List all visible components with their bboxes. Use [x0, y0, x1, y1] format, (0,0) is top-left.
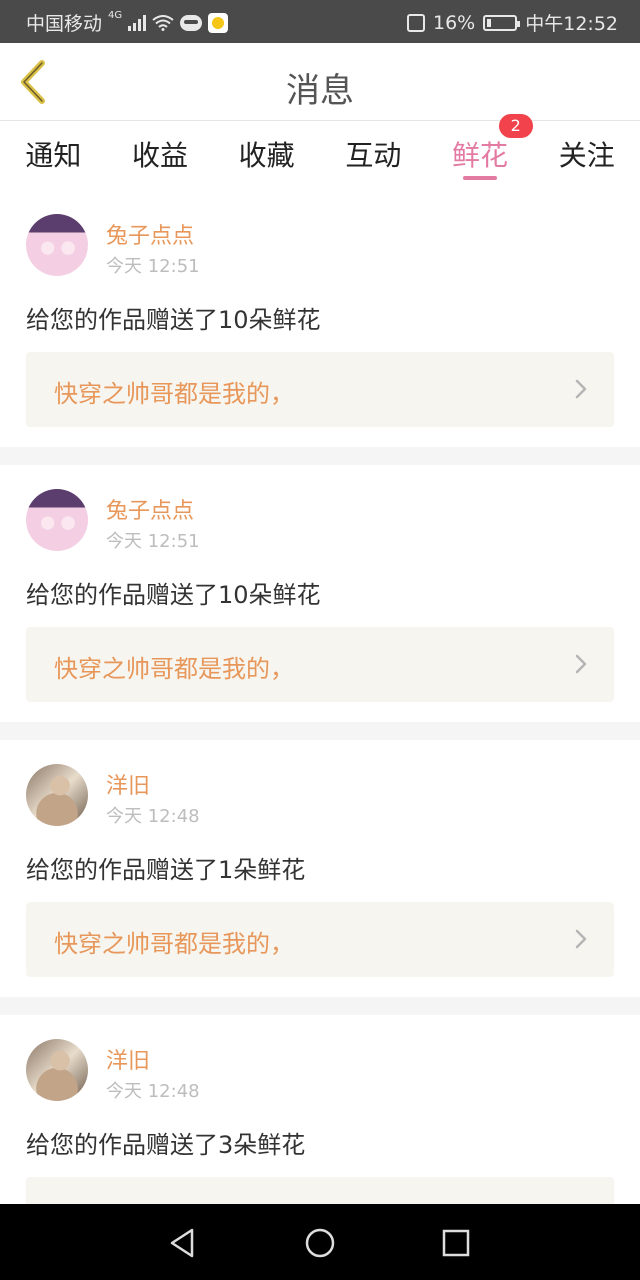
nav-home-icon[interactable]	[303, 1226, 337, 1260]
battery-fill	[487, 18, 492, 27]
tab-label: 关注	[558, 139, 615, 172]
tab-0[interactable]: 通知	[0, 122, 107, 186]
message-card: 兔子点点今天 12:51 给您的作品赠送了10朵鲜花 快穿之帅哥都是我的，	[0, 190, 640, 447]
message-bubble-icon	[180, 14, 203, 31]
chevron-right-icon	[575, 929, 587, 949]
message-list: 兔子点点 今天 12:51 给您的作品赠送了10朵鲜花 快穿之帅哥都是我的， 兔子点点今…	[0, 190, 640, 1204]
chevron-right-icon	[575, 379, 587, 399]
username[interactable]: 兔子点点	[106, 218, 194, 250]
work-title: 快穿之帅哥都是我的，	[54, 930, 294, 958]
tab-3[interactable]: 互动	[320, 122, 427, 186]
status-bar: 中国移动 4G 16% 中午12:52	[0, 0, 640, 43]
work-link[interactable]: 快穿之帅哥都是我的，	[26, 352, 614, 427]
work-title: 快穿之帅哥都是我的，	[54, 655, 294, 683]
work-title: 快穿之帅哥都是我的，	[54, 380, 294, 408]
message-text: 给您的作品赠送了1朵鲜花	[26, 856, 306, 884]
network-type: 4G	[108, 10, 123, 21]
tab-1[interactable]: 收益	[107, 122, 214, 186]
avatar[interactable]	[26, 489, 88, 551]
timestamp: 今天 12:48	[106, 806, 200, 827]
avatar[interactable]	[26, 214, 88, 276]
carrier-label: 中国移动	[26, 13, 103, 35]
username[interactable]: 兔子点点	[106, 493, 194, 525]
battery-icon	[483, 14, 521, 31]
vibrate-icon	[407, 13, 425, 32]
timestamp: 今天 12:48	[106, 1081, 200, 1102]
message-text: 给您的作品赠送了10朵鲜花	[26, 581, 321, 609]
nav-back-icon[interactable]	[166, 1226, 200, 1260]
avatar[interactable]	[26, 1039, 88, 1101]
timestamp: 今天 12:51	[106, 531, 200, 552]
active-tab-indicator	[463, 176, 498, 180]
signal-icon	[128, 14, 147, 31]
message-text: 给您的作品赠送了3朵鲜花	[26, 1131, 306, 1159]
tab-label: 收藏	[238, 139, 295, 172]
message-card: 洋旧今天 12:48 给您的作品赠送了1朵鲜花快穿之帅哥都是我的，	[0, 740, 640, 997]
tab-2[interactable]: 收藏	[213, 122, 320, 186]
avatar[interactable]	[26, 764, 88, 826]
tab-bar: 通知 收益 收藏 互动 鲜花 2 关注	[0, 114, 640, 186]
username[interactable]: 洋旧	[106, 1043, 150, 1075]
notification-app-icon	[208, 12, 229, 33]
page-title: 消息	[286, 71, 354, 111]
message-card: 洋旧今天 12:48 给您的作品赠送了3朵鲜花快穿之帅哥都是我的，	[0, 1015, 640, 1204]
nav-recents-icon[interactable]	[439, 1226, 473, 1260]
work-link[interactable]: 快穿之帅哥都是我的，	[26, 902, 614, 977]
battery-percent: 16%	[433, 11, 476, 34]
work-link[interactable]: 快穿之帅哥都是我的，	[26, 1177, 614, 1204]
username[interactable]: 洋旧	[106, 768, 150, 800]
header-bar: 消息	[0, 43, 640, 121]
message-text: 给您的作品赠送了10朵鲜花	[26, 306, 321, 334]
tab-badge: 2	[498, 114, 533, 138]
tab-label: 收益	[132, 139, 189, 172]
tab-label: 互动	[345, 139, 402, 172]
clock: 中午12:52	[525, 13, 618, 35]
chevron-right-icon	[575, 654, 587, 674]
tab-4[interactable]: 鲜花 2	[427, 114, 534, 186]
tab-label: 通知	[25, 139, 82, 172]
wifi-icon	[152, 14, 174, 31]
message-card: 兔子点点今天 12:51 给您的作品赠送了10朵鲜花 快穿之帅哥都是我的，	[0, 465, 640, 722]
timestamp: 今天 12:51	[106, 256, 200, 277]
tab-5[interactable]: 关注	[533, 122, 640, 186]
system-nav-bar	[0, 1204, 640, 1280]
tab-label: 鲜花	[452, 139, 509, 172]
work-link[interactable]: 快穿之帅哥都是我的，	[26, 627, 614, 702]
